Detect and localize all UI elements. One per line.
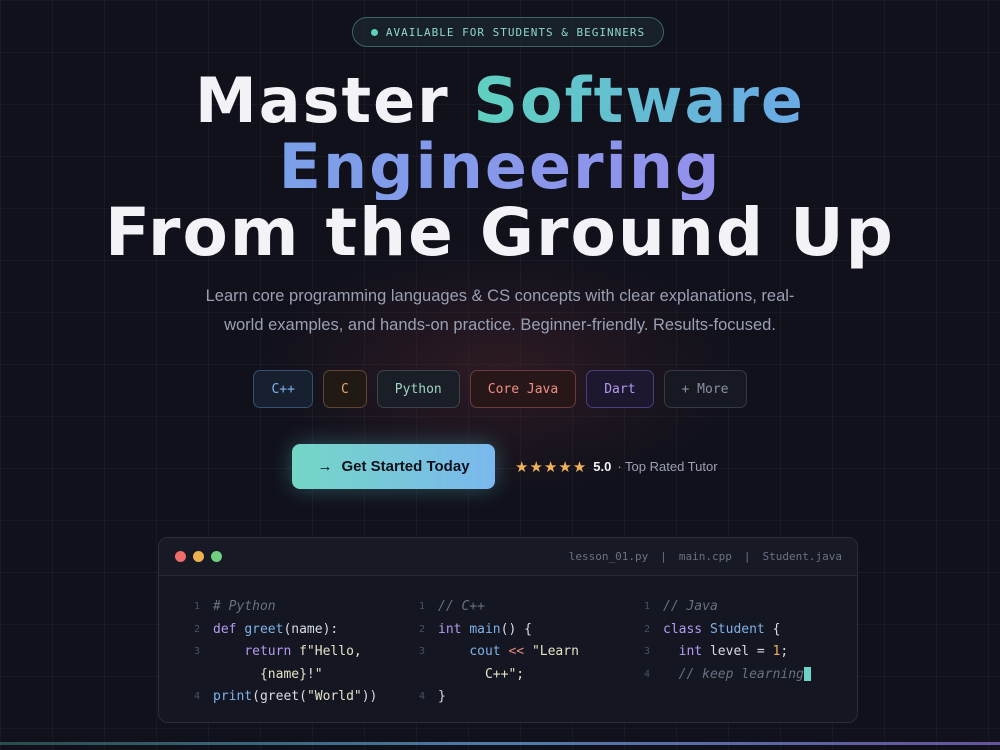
code-line: 3 int level = 1;: [644, 641, 849, 664]
code-keyword: class: [663, 621, 703, 637]
get-started-button[interactable]: → Get Started Today: [292, 444, 495, 489]
language-tags: C++ C Python Core Java Dart + More: [0, 370, 1000, 408]
code-identifier: cout: [469, 644, 501, 659]
line-number: 4: [194, 691, 201, 702]
code-function: print: [213, 689, 253, 704]
code-line: 1 # Python: [194, 596, 389, 619]
code-keyword: def: [213, 621, 237, 637]
file-tab-student-java[interactable]: Student.java: [763, 550, 842, 563]
minimize-window-icon[interactable]: [193, 551, 204, 562]
code-line: 4 }: [419, 686, 619, 709]
editor-titlebar: lesson_01.py | main.cpp | Student.java: [159, 538, 857, 576]
code-line: 4 print(greet("World")): [194, 686, 389, 709]
close-window-icon[interactable]: [175, 551, 186, 562]
code-string: f"Hello,: [299, 644, 362, 659]
code-string: {name}!": [259, 666, 323, 682]
code-keyword: return: [244, 644, 292, 659]
code-string: C++";: [484, 666, 525, 682]
hero-word-software: Software: [473, 64, 805, 137]
maximize-window-icon[interactable]: [211, 551, 222, 562]
code-line: 2 class Student {: [644, 619, 849, 642]
editor-body: 1 # Python 2 def greet(name): 3 return f…: [159, 576, 857, 709]
code-text: ;: [780, 644, 789, 659]
code-operator: <<: [508, 644, 525, 659]
window-controls: [175, 551, 222, 562]
code-text: level =: [702, 644, 773, 659]
code-text: }: [438, 689, 446, 704]
code-line: C++";: [419, 664, 619, 687]
code-comment: // Java: [663, 599, 718, 614]
code-column-python: 1 # Python 2 def greet(name): 3 return f…: [159, 596, 389, 709]
file-separator: |: [743, 550, 751, 563]
code-comment: // C++: [438, 599, 485, 614]
status-dot-icon: [370, 28, 378, 36]
code-function: greet: [244, 621, 284, 637]
code-text: (name):: [283, 621, 339, 637]
arrow-right-icon: →: [317, 458, 333, 475]
file-tabs: lesson_01.py | main.cpp | Student.java: [569, 550, 842, 563]
file-separator: |: [660, 550, 667, 563]
tag-core-java[interactable]: Core Java: [469, 370, 577, 408]
line-number: 2: [194, 623, 201, 635]
availability-badge: AVAILABLE FOR STUDENTS & BEGINNERS: [352, 17, 664, 47]
subtitle-line-2: world examples, and hands-on practice. B…: [224, 316, 776, 334]
tag-more[interactable]: + More: [663, 370, 747, 408]
tag-c[interactable]: C: [322, 370, 367, 408]
line-number: 1: [419, 601, 426, 612]
code-text: {: [764, 621, 781, 637]
code-line: 1 // C++: [419, 596, 619, 619]
line-number: 2: [419, 623, 426, 635]
line-number: 3: [194, 646, 201, 657]
code-line: 2 def greet(name):: [194, 619, 389, 642]
tag-cpp[interactable]: C++: [253, 370, 313, 408]
tag-python[interactable]: Python: [376, 370, 460, 408]
code-text: greet: [259, 689, 300, 704]
hero-word-master: Master: [195, 64, 474, 137]
code-keyword: int: [678, 644, 703, 659]
code-column-cpp: 1 // C++ 2 int main() { 3 cout << "Learn…: [389, 596, 619, 709]
star-icons: ★★★★★: [515, 458, 588, 476]
file-tab-main-cpp[interactable]: main.cpp: [679, 550, 732, 563]
tag-dart[interactable]: Dart: [586, 370, 654, 408]
bottom-accent-line: [0, 742, 1000, 745]
code-editor-window: lesson_01.py | main.cpp | Student.java 1…: [158, 537, 858, 723]
code-class-name: Student: [709, 621, 765, 637]
code-line: {name}!": [194, 664, 389, 687]
line-number: 3: [419, 646, 426, 657]
code-string: "Learn: [531, 644, 579, 659]
code-comment: // keep learning: [678, 666, 804, 682]
line-number: 3: [644, 646, 651, 657]
hero-line-1: Master Software: [0, 68, 1000, 134]
code-comment: # Python: [213, 599, 276, 614]
hero-line-3: From the Ground Up: [105, 194, 895, 271]
code-text: () {: [500, 621, 532, 637]
code-line: 4 // keep learning: [644, 664, 849, 687]
code-function: main: [469, 621, 501, 637]
hero-subtitle: Learn core programming languages & CS co…: [190, 282, 810, 340]
line-number: 2: [644, 623, 651, 635]
line-number: 4: [644, 668, 651, 680]
code-line: 2 int main() {: [419, 619, 619, 642]
line-number: 1: [194, 601, 201, 612]
text-cursor: [803, 667, 811, 681]
code-column-java: 1 // Java 2 class Student { 3 int level …: [619, 596, 849, 709]
rating: ★★★★★ 5.0 · Top Rated Tutor: [515, 458, 718, 476]
code-keyword: int: [438, 621, 462, 637]
line-number: 1: [644, 601, 651, 612]
code-line: 3 return f"Hello,: [194, 641, 389, 664]
rating-score: 5.0: [593, 459, 612, 474]
rating-text: · Top Rated Tutor: [617, 459, 718, 474]
code-string: "World": [306, 689, 362, 704]
code-line: 3 cout << "Learn: [419, 641, 619, 664]
hero-heading: Master Software Engineering From the Gro…: [0, 68, 1000, 266]
code-line: 1 // Java: [644, 596, 849, 619]
line-number: 4: [419, 691, 426, 702]
cta-row: → Get Started Today ★★★★★ 5.0 · Top Rate…: [292, 444, 718, 489]
get-started-label: Get Started Today: [341, 458, 470, 475]
badge-text: AVAILABLE FOR STUDENTS & BEGINNERS: [385, 25, 646, 39]
file-tab-lesson-py[interactable]: lesson_01.py: [569, 550, 648, 563]
hero-line-2: Engineering: [0, 134, 1000, 200]
subtitle-line-1: Learn core programming languages & CS co…: [205, 287, 795, 305]
